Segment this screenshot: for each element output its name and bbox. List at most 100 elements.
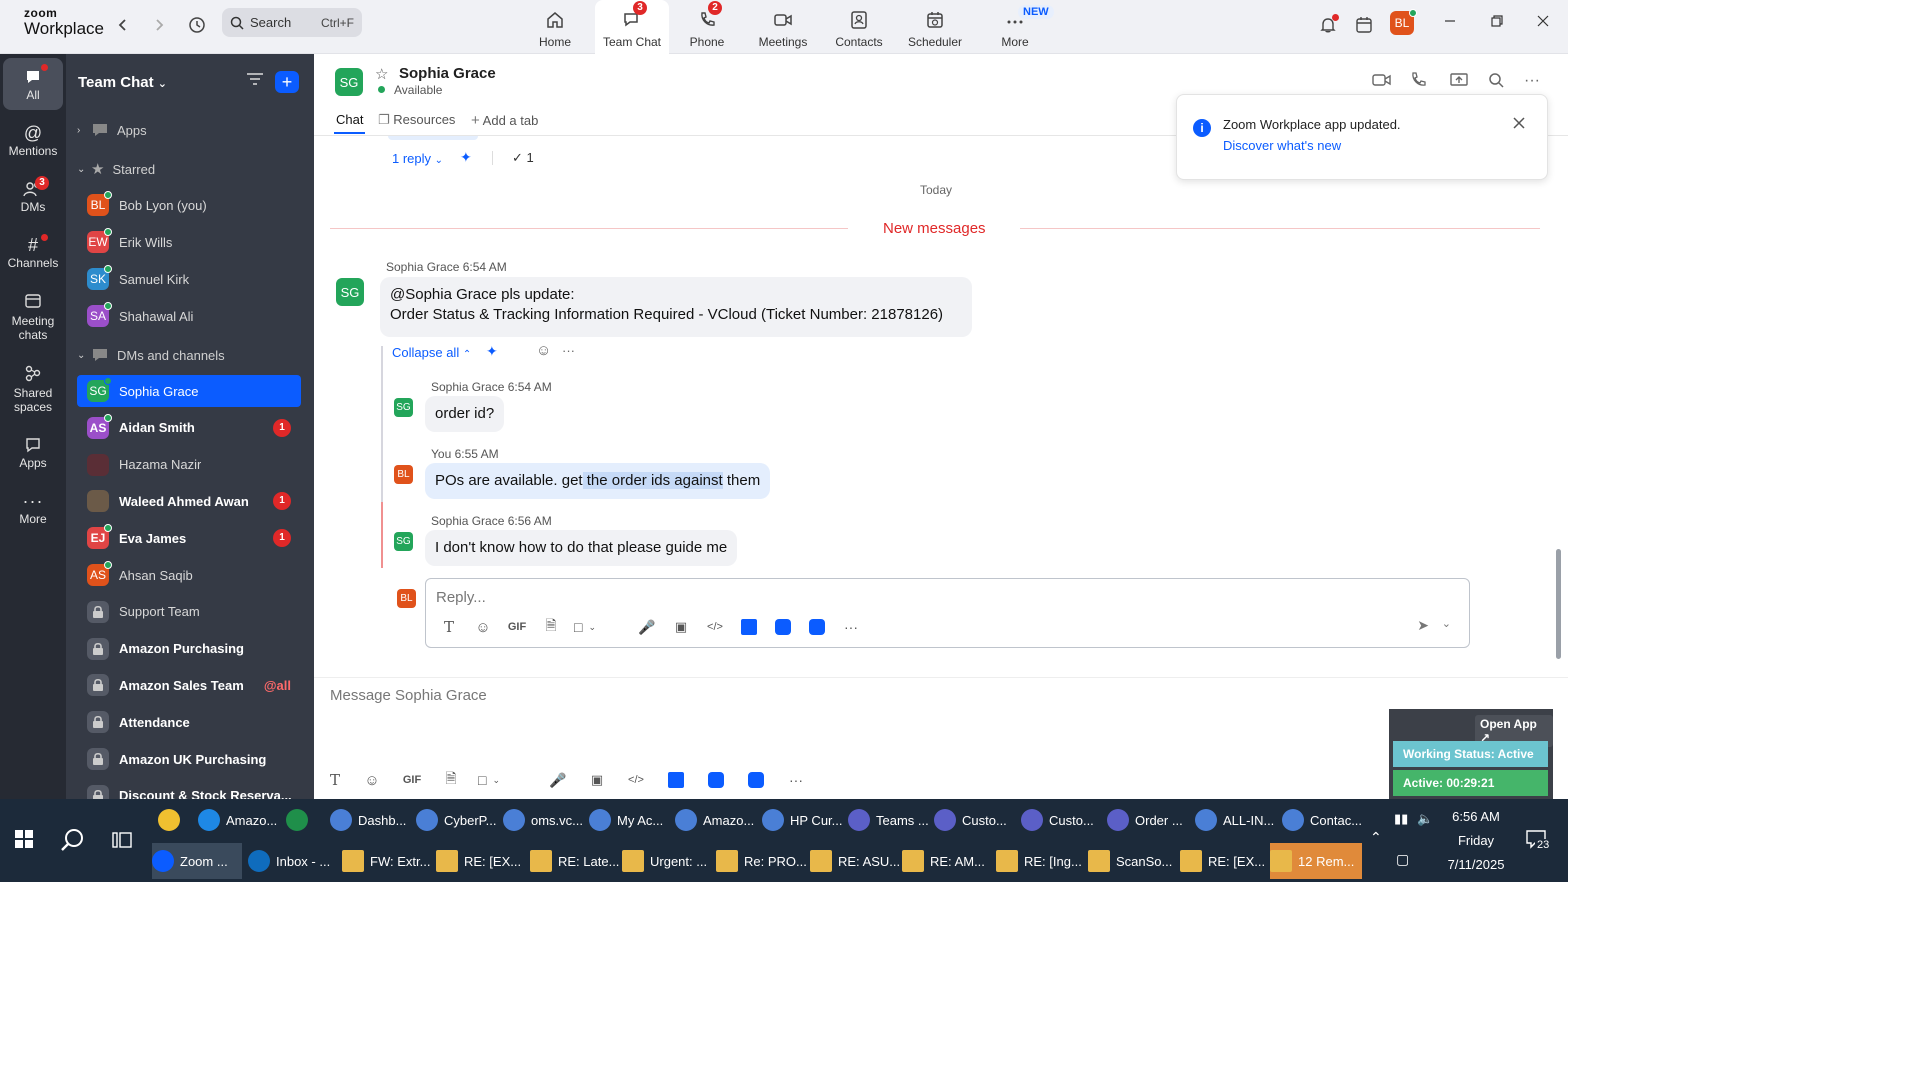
microphone-icon[interactable]: 🎤 (538, 770, 578, 790)
message-bubble[interactable]: @Sophia Grace pls update: Order Status &… (380, 277, 972, 337)
battery-icon[interactable]: ▮▮ (1394, 811, 1408, 827)
taskbar-search-icon[interactable] (60, 827, 86, 856)
chat-list-item[interactable]: Support Team (77, 596, 301, 628)
rail-dms[interactable]: 3 DMs (3, 170, 63, 222)
check-reaction[interactable]: ✓ 1 (512, 150, 534, 166)
taskbar-window[interactable]: Custo... (1021, 802, 1103, 838)
chat-list-item[interactable]: Waleed Ahmed Awan 1 (77, 485, 301, 517)
starred-contact[interactable]: SA Shahawal Ali (77, 300, 301, 332)
phone-call-icon[interactable] (1410, 72, 1432, 92)
send-options-chevron-icon[interactable]: ⌄ (1442, 617, 1451, 630)
minimize-button[interactable] (1438, 14, 1462, 34)
starred-contact[interactable]: SK Samuel Kirk (77, 263, 301, 295)
taskbar-window[interactable]: RE: ASU... (810, 843, 900, 879)
taskbar-window[interactable]: Order ... (1107, 802, 1189, 838)
user-avatar[interactable]: BL (1390, 9, 1417, 35)
more-options-icon[interactable]: ··· (1524, 72, 1546, 92)
reply-bubble[interactable]: I don't know how to do that please guide… (425, 530, 738, 566)
tray-chevron-icon[interactable]: ⌃ (1370, 829, 1382, 846)
restore-button[interactable] (1485, 14, 1509, 34)
app-icon-1[interactable] (656, 770, 696, 790)
taskbar-window[interactable]: RE: Late... (530, 843, 620, 879)
chat-list-item[interactable]: Discount & Stock Reserva... (77, 780, 301, 799)
emoji-icon[interactable]: ☺ (352, 770, 392, 790)
taskbar-window[interactable]: Amazo... (675, 802, 757, 838)
starred-contact[interactable]: EW Erik Wills (77, 226, 301, 258)
video-message-icon[interactable]: ▣ (664, 617, 698, 637)
emoji-icon[interactable]: ☺ (466, 617, 500, 637)
forward-arrow-icon[interactable] (146, 12, 172, 38)
search-bar[interactable]: Search Ctrl+F (222, 8, 362, 37)
taskbar-clock[interactable]: 6:56 AM Friday 7/11/2025 (1430, 805, 1522, 877)
network-icon[interactable]: ▢ (1396, 851, 1409, 868)
nav-home[interactable]: Home (518, 0, 592, 54)
taskbar-window[interactable] (286, 802, 322, 838)
ai-sparkle-icon[interactable]: ✦ (486, 343, 498, 360)
reply-input[interactable]: Reply... T ☺ GIF 🗎 □ ⌄ 🎤 ▣ </> ··· ➤ ⌄ (425, 578, 1470, 648)
share-screen-icon[interactable] (1450, 72, 1472, 92)
nav-more[interactable]: More NEW (978, 0, 1054, 54)
chat-list-item[interactable]: Amazon Sales Team @all (77, 669, 301, 701)
taskbar-window[interactable]: oms.vc... (503, 802, 585, 838)
scrollbar[interactable] (1556, 549, 1561, 659)
microphone-icon[interactable]: 🎤 (630, 617, 664, 637)
taskbar-window[interactable]: Contac... (1282, 802, 1364, 838)
taskbar-window[interactable]: HP Cur... (762, 802, 844, 838)
nav-team-chat[interactable]: Team Chat 3 (595, 0, 669, 55)
new-chat-button[interactable]: + (275, 71, 299, 93)
star-outline-icon[interactable]: ☆ (375, 65, 388, 83)
rail-shared-spaces[interactable]: Shared spaces (3, 354, 63, 420)
taskbar-window[interactable]: Urgent: ... (622, 843, 712, 879)
chat-list-item[interactable]: AS Ahsan Saqib (77, 559, 301, 591)
rail-mentions[interactable]: @ Mentions (3, 114, 63, 166)
starred-contact[interactable]: BL Bob Lyon (you) (77, 189, 301, 221)
file-icon[interactable]: 🗎 (534, 617, 568, 637)
gif-icon[interactable]: GIF (392, 770, 432, 790)
taskbar-window[interactable]: RE: AM... (902, 843, 992, 879)
taskbar-window[interactable]: Custo... (934, 802, 1016, 838)
taskbar-window[interactable]: Teams ... (848, 802, 930, 838)
taskbar-window[interactable]: CyberP... (416, 802, 498, 838)
chat-list-item[interactable]: Amazon UK Purchasing (77, 743, 301, 775)
taskbar-window[interactable]: ALL-IN... (1195, 802, 1277, 838)
nav-phone[interactable]: Phone 2 (670, 0, 744, 54)
taskbar-window[interactable]: Amazo... (198, 802, 278, 838)
search-icon[interactable] (1488, 72, 1510, 92)
taskbar-window[interactable] (158, 802, 188, 838)
video-message-icon[interactable]: ▣ (578, 770, 616, 790)
filter-icon[interactable] (246, 72, 264, 91)
taskbar-window[interactable]: FW: Extr... (342, 843, 432, 879)
app-icon-3[interactable] (736, 770, 776, 790)
app-icon-2[interactable] (696, 770, 736, 790)
toolbar-more-icon[interactable]: ··· (834, 617, 868, 637)
rail-meeting-chats[interactable]: Meeting chats (3, 282, 63, 348)
toolbar-more-icon[interactable]: ··· (776, 770, 816, 790)
section-dms-channels[interactable]: ⌄ DMs and channels (77, 344, 225, 366)
task-view-icon[interactable] (112, 831, 132, 852)
gif-icon[interactable]: GIF (500, 617, 534, 637)
screenshot-icon[interactable]: □ ⌄ (470, 770, 508, 790)
tab-chat[interactable]: Chat (333, 112, 366, 134)
rail-more[interactable]: ··· More (3, 482, 63, 534)
rail-all[interactable]: All (3, 58, 63, 110)
taskbar-window[interactable]: ScanSo... (1088, 843, 1178, 879)
reply-bubble[interactable]: order id? (425, 396, 505, 432)
notifications-icon[interactable]: 23 (1525, 829, 1552, 852)
nav-scheduler[interactable]: Scheduler (898, 0, 972, 54)
close-window-button[interactable] (1531, 14, 1555, 34)
calendar-icon[interactable] (1351, 12, 1377, 38)
code-snippet-icon[interactable]: </> (616, 770, 656, 790)
rail-channels[interactable]: # Channels (3, 226, 63, 278)
sidebar-title[interactable]: Team Chat ⌄ (78, 74, 167, 91)
file-icon[interactable]: 🗎 (432, 770, 470, 790)
video-call-icon[interactable] (1372, 72, 1394, 92)
bell-icon[interactable] (1315, 12, 1341, 38)
chat-list-item[interactable]: AS Aidan Smith 1 (77, 412, 301, 444)
taskbar-window[interactable]: RE: [EX... (436, 843, 526, 879)
code-snippet-icon[interactable]: </> (698, 617, 732, 637)
chat-list-item[interactable]: SG Sophia Grace (77, 375, 301, 407)
chat-list-item[interactable]: Hazama Nazir (77, 449, 301, 481)
taskbar-window[interactable]: 12 Rem... (1270, 843, 1362, 879)
chat-list-item[interactable]: Attendance (77, 706, 301, 738)
my-reply-bubble[interactable]: POs are available. get the order ids aga… (425, 463, 771, 499)
